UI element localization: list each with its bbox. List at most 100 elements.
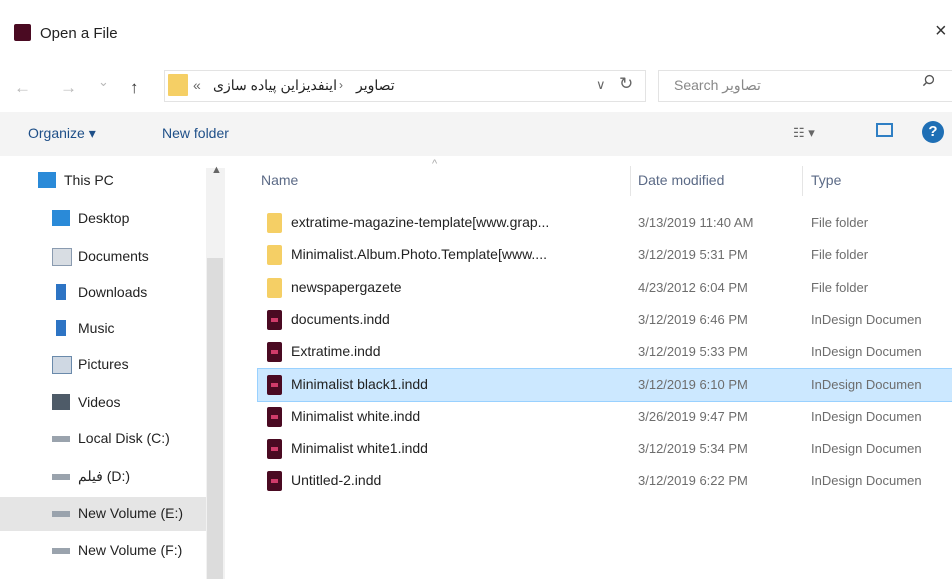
file-row[interactable]: documents.indd 3/12/2019 6:46 PM InDesign … — [258, 304, 952, 336]
sidebar-item[interactable]: فیلم (D:) — [0, 460, 206, 494]
documents-icon — [52, 248, 72, 266]
sidebar-item-label: Local Disk (C:) — [78, 430, 170, 446]
folder-icon — [267, 213, 282, 233]
sidebar-item-label: Desktop — [78, 210, 130, 226]
overflow-crumbs[interactable]: « — [193, 77, 201, 93]
file-name: documents.indd — [291, 310, 390, 327]
file-type: InDesign Documen — [811, 473, 922, 489]
file-date-modified: 3/12/2019 5:33 PM — [638, 344, 748, 360]
file-date-modified: 3/12/2019 5:34 PM — [638, 441, 748, 457]
help-icon[interactable]: ? — [922, 121, 944, 143]
file-name: Minimalist white.indd — [291, 407, 421, 424]
indesign-app-icon — [14, 24, 31, 41]
sidebar-item[interactable]: Downloads — [0, 276, 206, 310]
indesign-file-icon — [267, 342, 282, 363]
scroll-up-icon[interactable]: ▲ — [211, 164, 222, 176]
sidebar-item-label: Pictures — [78, 356, 129, 372]
drive-icon — [52, 474, 70, 480]
sidebar-item[interactable]: New Volume (E:) — [0, 497, 206, 531]
breadcrumb-separator-icon[interactable]: › — [339, 78, 343, 92]
close-icon[interactable]: × — [935, 20, 947, 43]
file-name: Minimalist.Album.Photo.Template[www.... — [291, 246, 547, 263]
file-type: File folder — [811, 279, 869, 295]
file-row[interactable]: Minimalist white1.indd 3/12/2019 5:34 PM I… — [258, 433, 952, 465]
file-row[interactable]: Extratime.indd 3/12/2019 5:33 PM InDesign … — [258, 336, 952, 368]
file-type: File folder — [811, 247, 869, 263]
file-name: Untitled-2.indd — [291, 472, 382, 489]
up-arrow-icon[interactable]: ↑ — [130, 78, 139, 98]
indesign-file-icon — [267, 471, 282, 492]
sidebar-item[interactable]: Desktop — [0, 202, 206, 236]
indesign-file-icon — [267, 439, 282, 460]
file-name: Minimalist black1.indd — [291, 375, 428, 392]
sidebar-item[interactable]: Local Disk (C:) — [0, 422, 206, 456]
refresh-icon[interactable]: ↻ — [619, 74, 633, 94]
breadcrumb-parent[interactable]: اینفدیزاین پیاده سازی — [213, 77, 337, 94]
sidebar-item[interactable]: Videos — [0, 386, 206, 420]
column-header-date[interactable]: Date modified — [638, 172, 724, 188]
file-name: newspapergazete — [291, 278, 402, 295]
sidebar-item[interactable]: Pictures — [0, 348, 206, 382]
downloads-icon — [56, 284, 66, 300]
sidebar-scroll-thumb[interactable] — [207, 258, 223, 579]
sidebar-item[interactable]: Documents — [0, 240, 206, 274]
column-header-type[interactable]: Type — [811, 172, 841, 188]
file-type: InDesign Documen — [811, 441, 922, 457]
window-title: Open a File — [40, 25, 118, 42]
file-row[interactable]: newspapergazete 4/23/2012 6:04 PM File fol… — [258, 272, 952, 304]
file-type: InDesign Documen — [811, 408, 922, 424]
videos-icon — [52, 394, 70, 410]
column-divider[interactable] — [802, 166, 803, 196]
file-row[interactable]: Minimalist white.indd 3/26/2019 9:47 PM In… — [258, 401, 952, 433]
sidebar-item-label: This PC — [64, 172, 114, 188]
file-row[interactable]: Untitled-2.indd 3/12/2019 6:22 PM InDesign… — [258, 465, 952, 497]
file-date-modified: 3/13/2019 11:40 AM — [638, 215, 754, 230]
address-dropdown-icon[interactable]: ∨ — [596, 77, 606, 93]
column-header-name[interactable]: Name — [261, 172, 298, 188]
search-icon[interactable] — [922, 74, 935, 87]
file-row[interactable]: Minimalist black1.indd 3/12/2019 6:10 PM I… — [257, 367, 952, 402]
sidebar-item[interactable]: New Volume (F:) — [0, 534, 206, 568]
drive-icon — [52, 436, 70, 442]
computer-icon — [38, 172, 56, 188]
breadcrumb-current[interactable]: تصاویر — [356, 77, 395, 94]
sidebar-item-label: New Volume (E:) — [78, 505, 184, 521]
sidebar-item-label: Downloads — [78, 284, 148, 300]
drive-icon — [52, 548, 70, 554]
back-arrow-icon[interactable]: ← — [14, 78, 31, 98]
forward-arrow-icon[interactable]: → — [60, 78, 77, 98]
sidebar-item[interactable]: This PC — [0, 164, 206, 198]
file-date-modified: 3/12/2019 6:46 PM — [638, 311, 748, 327]
file-name: Minimalist white1.indd — [291, 440, 428, 457]
sidebar-item-label: Videos — [78, 394, 121, 410]
organize-button[interactable]: Organize ▾ — [28, 125, 96, 142]
folder-icon — [168, 74, 188, 96]
file-type: InDesign Documen — [811, 311, 922, 327]
file-date-modified: 3/12/2019 6:22 PM — [638, 473, 748, 489]
new-folder-button[interactable]: New folder — [162, 125, 229, 141]
sort-ascending-icon: ^ — [432, 158, 438, 170]
sidebar-item[interactable]: Music — [0, 312, 206, 346]
desktop-icon — [52, 210, 70, 226]
file-date-modified: 4/23/2012 6:04 PM — [638, 279, 748, 295]
sidebar-item-label: New Volume (F:) — [78, 542, 183, 558]
preview-pane-icon[interactable] — [876, 123, 893, 137]
recent-locations-chevron-icon[interactable]: ⌄ — [98, 74, 109, 90]
file-date-modified: 3/12/2019 5:31 PM — [638, 247, 748, 263]
column-divider[interactable] — [630, 166, 631, 196]
music-icon — [56, 320, 66, 336]
file-type: InDesign Documen — [811, 376, 922, 392]
drive-icon — [52, 511, 70, 517]
change-view-icon[interactable]: ☷ ▾ — [793, 125, 815, 141]
folder-icon — [267, 277, 282, 298]
search-input[interactable]: Search تصاویر — [674, 77, 761, 94]
file-date-modified: 3/26/2019 9:47 PM — [638, 408, 748, 424]
file-row[interactable]: Minimalist.Album.Photo.Template[www.... 3… — [258, 239, 952, 271]
sidebar-item-label: فیلم (D:) — [78, 468, 131, 484]
file-type: InDesign Documen — [811, 344, 922, 360]
folder-icon — [267, 245, 282, 266]
title-bar — [0, 0, 952, 64]
file-name: Extratime.indd — [291, 343, 381, 360]
file-name: extratime-magazine-template[www.grap... — [291, 214, 550, 230]
file-row[interactable]: extratime-magazine-template[www.grap... 3… — [258, 207, 952, 239]
